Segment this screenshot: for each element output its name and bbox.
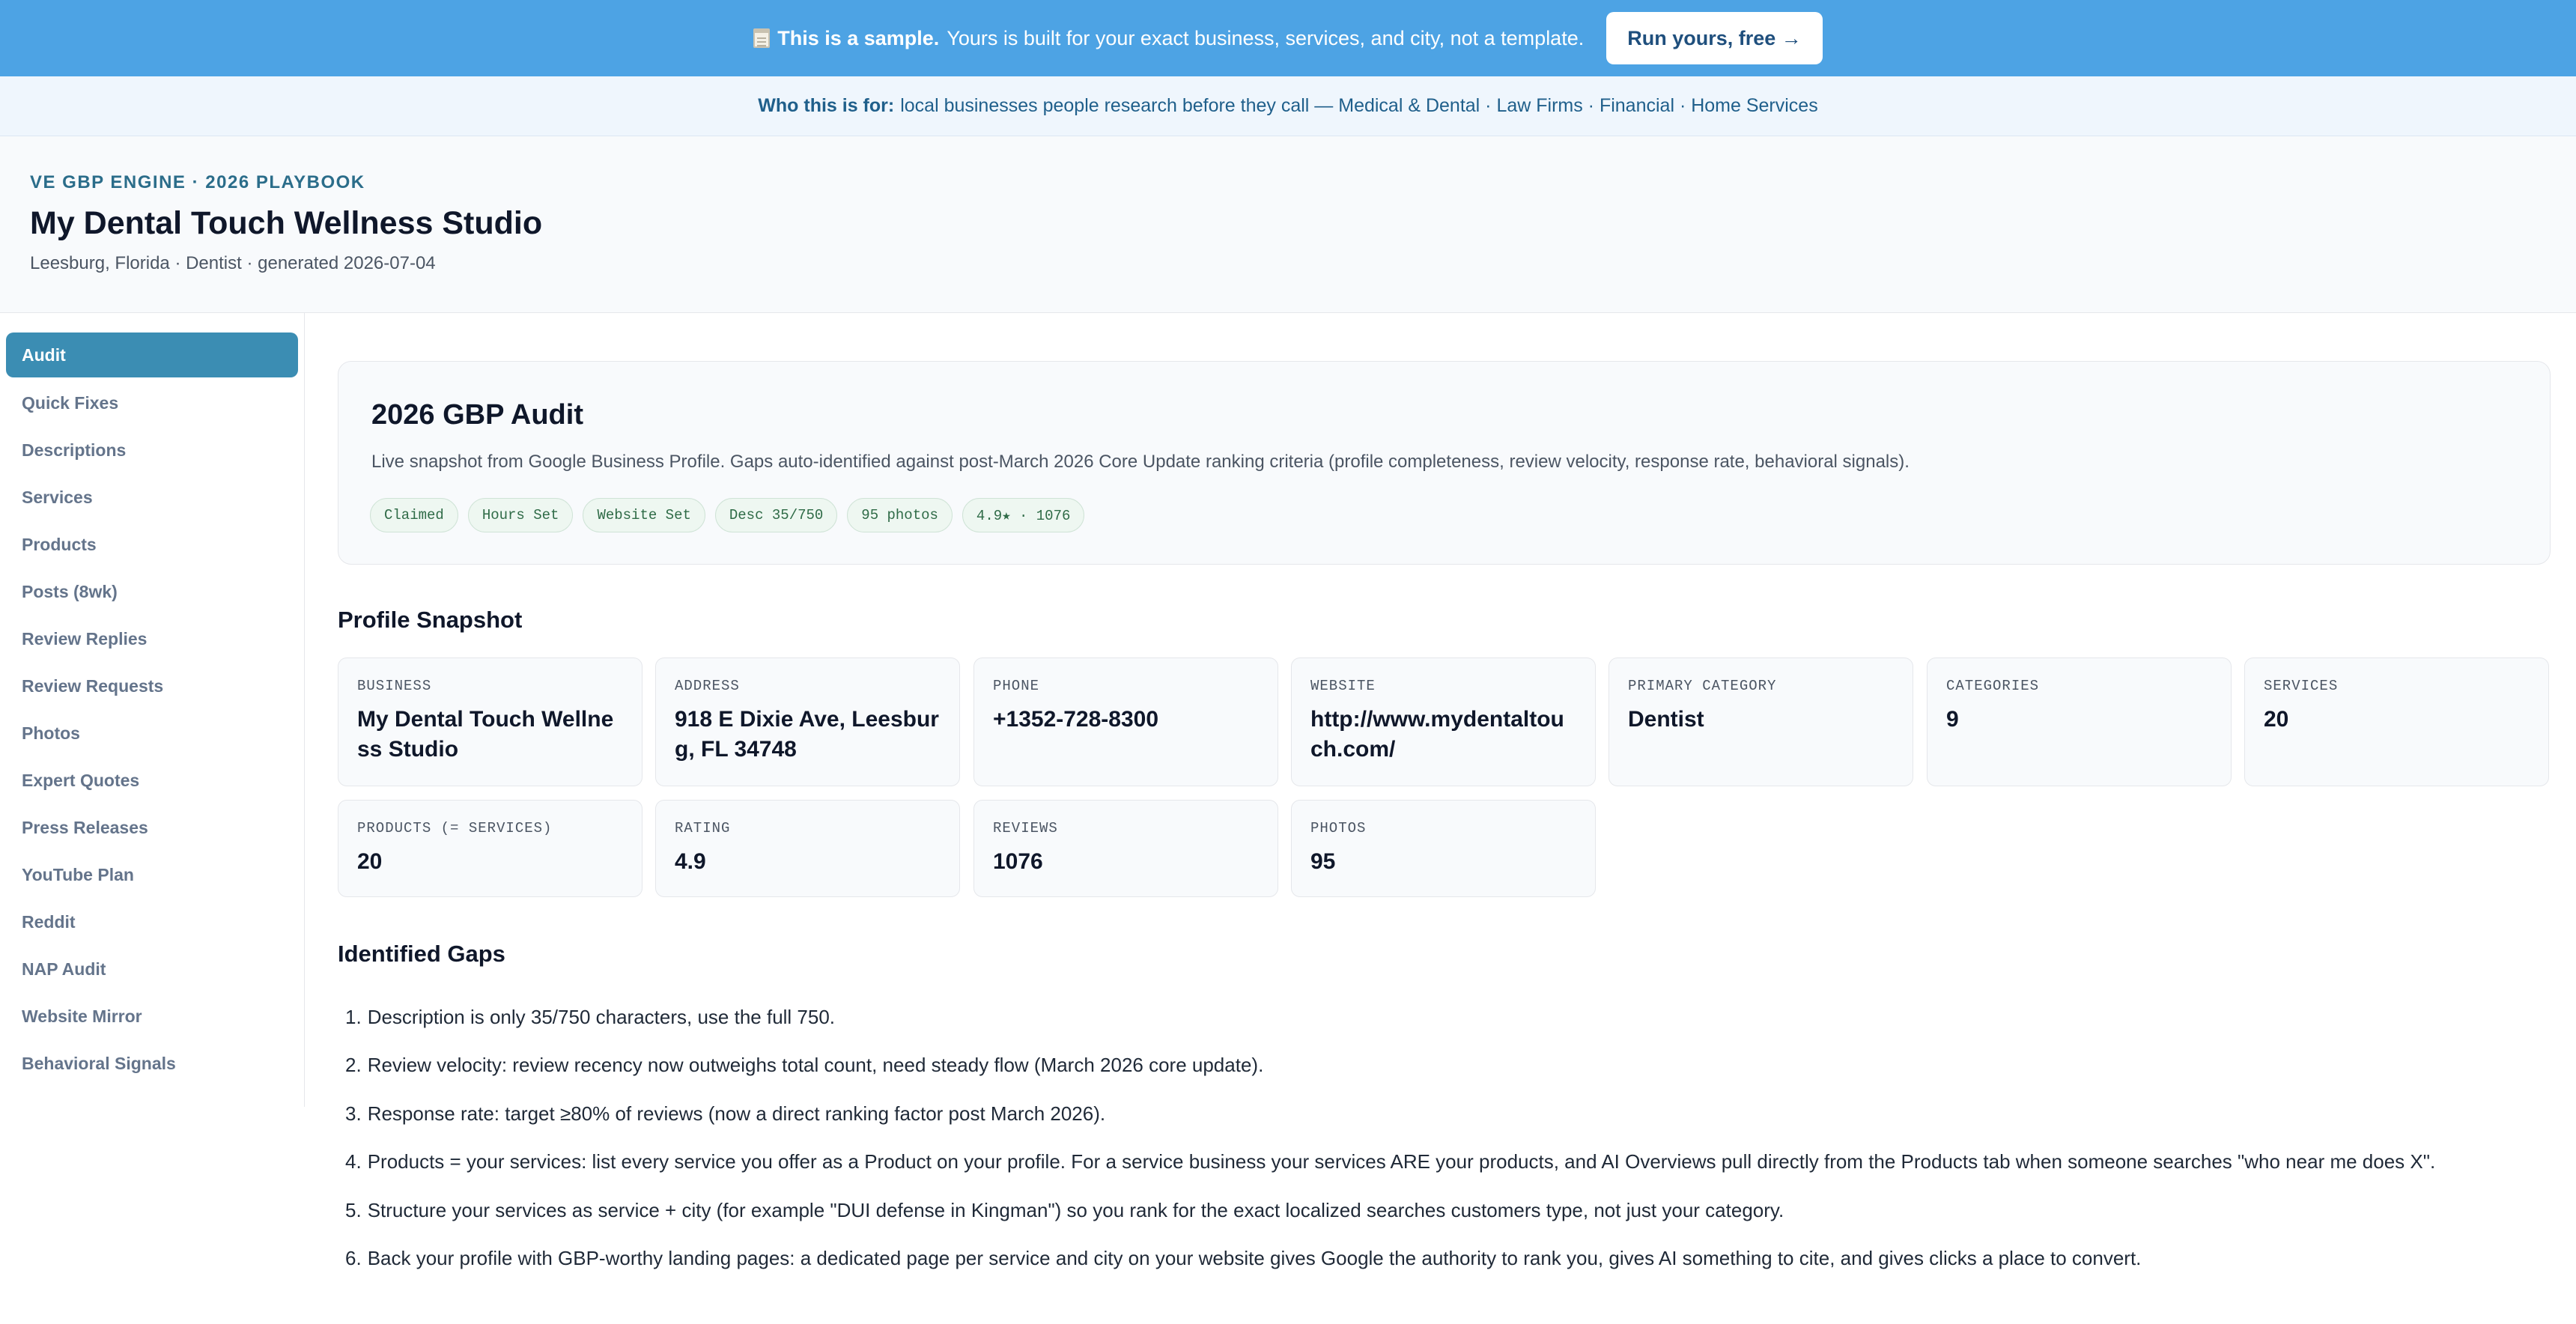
stat-label: RATING (675, 820, 731, 836)
gap-item: 2. Review velocity: review recency now ou… (338, 1042, 2551, 1090)
status-chip: Website Set (583, 498, 705, 532)
gap-number: 4. (345, 1150, 362, 1173)
stat-label: SERVICES (2264, 678, 2339, 694)
page-header: VE GBP ENGINE · 2026 PLAYBOOK My Dental … (0, 136, 2576, 313)
stat-card-rating: RATING 4.9 (655, 800, 960, 897)
stat-label: CATEGORIES (1946, 678, 2040, 694)
gap-text: Review velocity: review recency now outw… (367, 1054, 1264, 1077)
profile-snapshot-title: Profile Snapshot (338, 607, 523, 633)
gap-text: Products = your services: list every ser… (367, 1150, 2436, 1173)
stat-value: 1076 (993, 849, 1043, 874)
sidebar-item-nap-audit[interactable]: NAP Audit (6, 946, 298, 993)
stat-value: +1352-728-8300 (993, 707, 1159, 732)
identified-gaps-title: Identified Gaps (338, 941, 505, 967)
sidebar-item-photos[interactable]: Photos (6, 710, 298, 757)
stat-value: 918 E Dixie Ave, Leesburg, FL 34748 (675, 707, 939, 762)
sidebar-item-reddit[interactable]: Reddit (6, 899, 298, 946)
stat-label: ADDRESS (675, 678, 740, 694)
page-subtitle: Leesburg, Florida · Dentist · generated … (30, 253, 436, 273)
sidebar-item-youtube-plan[interactable]: YouTube Plan (6, 851, 298, 899)
stat-label: WEBSITE (1310, 678, 1376, 694)
stat-card-reviews: REVIEWS 1076 (973, 800, 1278, 897)
stat-card-business: BUSINESS My Dental Touch Wellness Studio (338, 658, 643, 786)
gaps-list: 1. Description is only 35/750 characters,… (338, 993, 2551, 1283)
audit-title: 2026 GBP Audit (371, 399, 583, 431)
sidebar-item-audit[interactable]: Audit (6, 332, 298, 377)
eyebrow: VE GBP ENGINE · 2026 PLAYBOOK (30, 172, 365, 192)
stat-value: http://www.mydentaltouch.com/ (1310, 707, 1564, 762)
stat-label: PHONE (993, 678, 1040, 694)
stat-value: My Dental Touch Wellness Studio (357, 707, 614, 762)
sample-banner-text: This is a sample. Yours is built for you… (753, 27, 1584, 50)
stat-card-phone: PHONE +1352-728-8300 (973, 658, 1278, 786)
audience-text: local businesses people research before … (900, 95, 1818, 116)
stat-value: 4.9 (675, 849, 706, 874)
sidebar-item-expert-quotes[interactable]: Expert Quotes (6, 757, 298, 804)
gap-number: 6. (345, 1247, 362, 1270)
sidebar-item-posts[interactable]: Posts (8wk) (6, 568, 298, 616)
sidebar-item-quick-fixes[interactable]: Quick Fixes (6, 380, 298, 427)
stat-label: PHOTOS (1310, 820, 1367, 836)
gap-text: Back your profile with GBP-worthy landin… (367, 1247, 2142, 1270)
stat-card-services: SERVICES 20 (2244, 658, 2549, 786)
gap-item: 1. Description is only 35/750 characters,… (338, 993, 2551, 1042)
stat-card-website: WEBSITE http://www.mydentaltouch.com/ (1291, 658, 1596, 786)
audience-label: Who this is for: (758, 95, 895, 116)
stat-value: 95 (1310, 849, 1336, 874)
stat-card-photos: PHOTOS 95 (1291, 800, 1596, 897)
sidebar-item-descriptions[interactable]: Descriptions (6, 427, 298, 474)
run-yours-button[interactable]: Run yours, free → (1606, 12, 1823, 64)
status-chip: 95 photos (847, 498, 953, 532)
gap-item: 4. Products = your services: list every s… (338, 1138, 2551, 1187)
stat-value: 20 (357, 849, 383, 874)
gap-item: 6. Back your profile with GBP-worthy land… (338, 1235, 2551, 1284)
stat-label: PRIMARY CATEGORY (1628, 678, 1777, 694)
stat-label: REVIEWS (993, 820, 1058, 836)
sidebar-item-behavioral-signals[interactable]: Behavioral Signals (6, 1040, 298, 1087)
gap-number: 5. (345, 1198, 362, 1221)
gap-item: 5. Structure your services as service + c… (338, 1186, 2551, 1235)
stat-card-primary-category: PRIMARY CATEGORY Dentist (1609, 658, 1913, 786)
sidebar-item-review-replies[interactable]: Review Replies (6, 616, 298, 663)
gap-number: 3. (345, 1102, 362, 1125)
stat-value: 20 (2264, 707, 2289, 732)
status-chips: Claimed Hours Set Website Set Desc 35/75… (370, 498, 1085, 532)
gap-item: 3. Response rate: target ≥80% of reviews … (338, 1090, 2551, 1138)
sample-banner: This is a sample. Yours is built for you… (0, 0, 2576, 76)
gap-number: 2. (345, 1054, 362, 1077)
status-chip: 4.9★ · 1076 (962, 498, 1085, 532)
sidebar-item-website-mirror[interactable]: Website Mirror (6, 993, 298, 1040)
sample-banner-message: Yours is built for your exact business, … (947, 26, 1585, 49)
stat-label: BUSINESS (357, 678, 432, 694)
gap-text: Response rate: target ≥80% of reviews (n… (367, 1102, 1106, 1125)
sidebar-item-review-requests[interactable]: Review Requests (6, 663, 298, 710)
gap-number: 1. (345, 1005, 362, 1028)
status-chip: Claimed (370, 498, 458, 532)
page-title: My Dental Touch Wellness Studio (30, 205, 543, 241)
gap-text: Structure your services as service + cit… (367, 1198, 1784, 1221)
audit-description: Live snapshot from Google Business Profi… (371, 452, 1910, 472)
stat-value: 9 (1946, 707, 1959, 732)
stat-card-address: ADDRESS 918 E Dixie Ave, Leesburg, FL 34… (655, 658, 960, 786)
audit-card: 2026 GBP Audit Live snapshot from Google… (338, 361, 2551, 565)
sidebar-item-products[interactable]: Products (6, 521, 298, 568)
status-chip: Desc 35/750 (714, 498, 838, 532)
gap-text: Description is only 35/750 characters, u… (367, 1005, 836, 1028)
sample-banner-bold: This is a sample. (777, 26, 940, 49)
stat-label: PRODUCTS (= SERVICES) (357, 820, 553, 836)
stat-card-categories: CATEGORIES 9 (1927, 658, 2232, 786)
stat-card-products: PRODUCTS (= SERVICES) 20 (338, 800, 643, 897)
sidebar-item-services[interactable]: Services (6, 474, 298, 521)
sidebar-item-press-releases[interactable]: Press Releases (6, 804, 298, 851)
status-chip: Hours Set (467, 498, 574, 532)
audience-bar: Who this is for: local businesses people… (0, 76, 2576, 136)
stat-value: Dentist (1628, 707, 1704, 732)
sidebar-nav: Audit Quick Fixes Descriptions Services … (0, 313, 305, 1107)
notepad-icon (753, 28, 771, 48)
